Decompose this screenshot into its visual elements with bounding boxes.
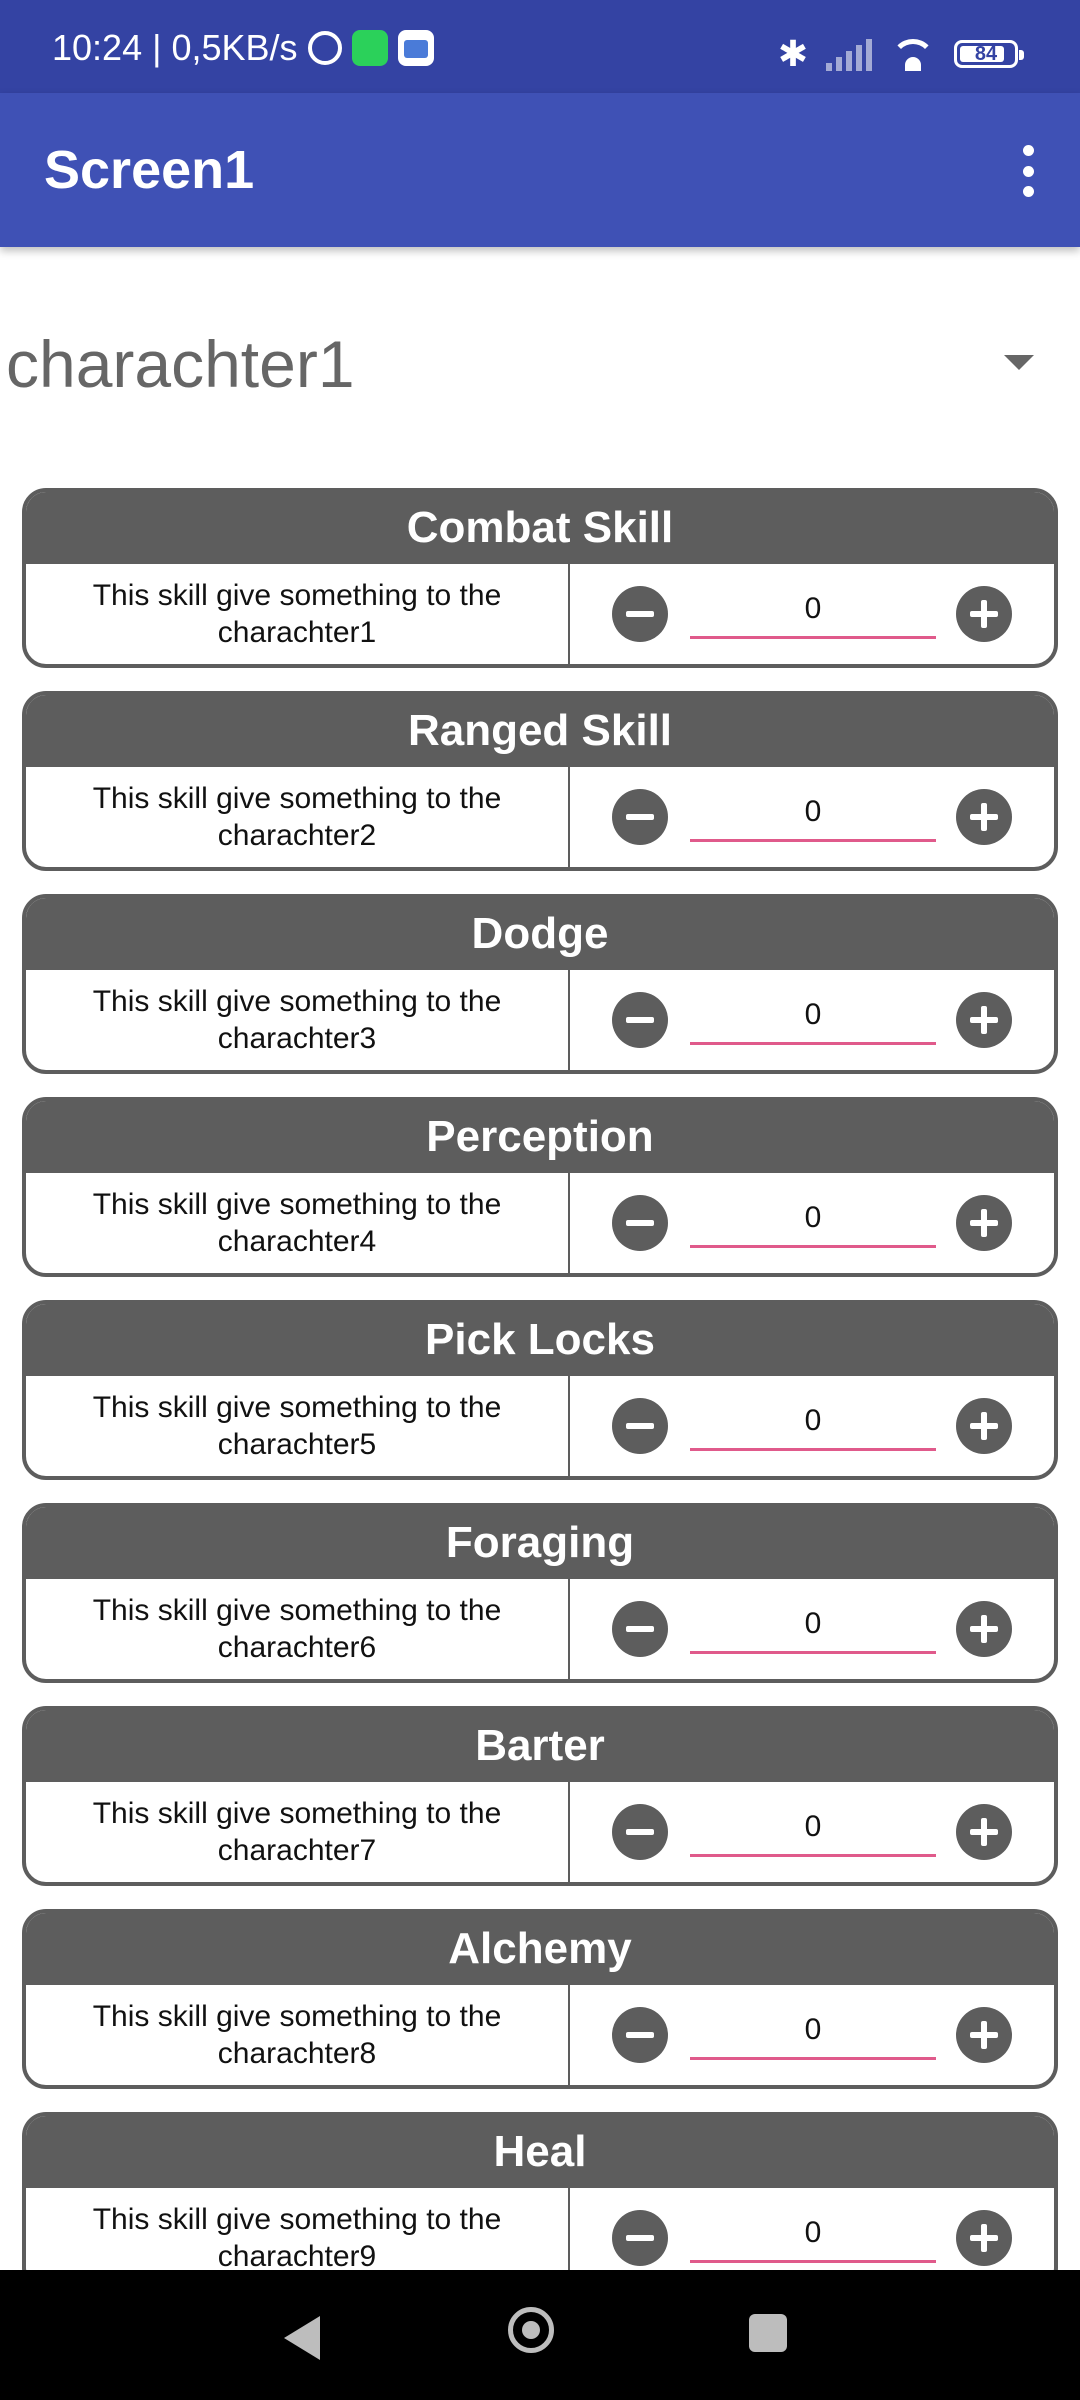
status-bar: 10:24 | 0,5KB/s ✱ 84 <box>0 0 1080 93</box>
skill-body: This skill give something to the charach… <box>26 1173 1054 1273</box>
decrement-button[interactable] <box>612 2210 668 2266</box>
increment-button[interactable] <box>956 1804 1012 1860</box>
character-spinner[interactable]: charachter1 <box>0 300 1080 430</box>
decrement-button[interactable] <box>612 1804 668 1860</box>
skill-title: Combat Skill <box>26 492 1054 564</box>
skill-description: This skill give something to the charach… <box>26 564 570 664</box>
status-right: ✱ 84 <box>777 33 1024 74</box>
skill-card: Pick Locks This skill give something to t… <box>22 1300 1058 1480</box>
skill-card: Perception This skill give something to t… <box>22 1097 1058 1277</box>
skill-stepper <box>570 767 1054 867</box>
skill-card: Barter This skill give something to the c… <box>22 1706 1058 1886</box>
skill-stepper <box>570 1782 1054 1882</box>
increment-button[interactable] <box>956 2007 1012 2063</box>
skill-body: This skill give something to the charach… <box>26 564 1054 664</box>
skill-title: Ranged Skill <box>26 695 1054 767</box>
increment-button[interactable] <box>956 1195 1012 1251</box>
calendar-icon <box>397 30 434 66</box>
app-bar: Screen1 <box>0 93 1080 247</box>
status-time-speed: 10:24 | 0,5KB/s <box>52 27 298 68</box>
skill-card: Alchemy This skill give something to the … <box>22 1909 1058 2089</box>
chevron-down-icon[interactable] <box>1004 355 1034 370</box>
skill-description: This skill give something to the charach… <box>26 1782 570 1882</box>
whatsapp-icon <box>351 30 388 66</box>
skill-title: Barter <box>26 1710 1054 1782</box>
decrement-button[interactable] <box>612 586 668 642</box>
skill-description: This skill give something to the charach… <box>26 1579 570 1679</box>
decrement-button[interactable] <box>612 1398 668 1454</box>
signal-icon <box>826 37 872 71</box>
skill-value-field[interactable] <box>690 1394 936 1451</box>
increment-button[interactable] <box>956 1601 1012 1657</box>
decrement-button[interactable] <box>612 789 668 845</box>
decrement-button[interactable] <box>612 1601 668 1657</box>
skill-value-field[interactable] <box>690 582 936 639</box>
skill-stepper <box>570 1985 1054 2085</box>
skill-stepper <box>570 1579 1054 1679</box>
skill-value-field[interactable] <box>690 988 936 1045</box>
skill-card: Combat Skill This skill give something to… <box>22 488 1058 668</box>
skill-stepper <box>570 970 1054 1070</box>
skill-body: This skill give something to the charach… <box>26 1985 1054 2085</box>
skill-value-field[interactable] <box>690 1191 936 1248</box>
wifi-icon <box>890 37 936 71</box>
increment-button[interactable] <box>956 586 1012 642</box>
skill-body: This skill give something to the charach… <box>26 970 1054 1070</box>
skill-body: This skill give something to the charach… <box>26 1579 1054 1679</box>
skill-card: Heal This skill give something to the cha… <box>22 2112 1058 2292</box>
spinner-selected-value: charachter1 <box>6 327 355 401</box>
overflow-menu-icon[interactable] <box>1020 145 1036 197</box>
skill-description: This skill give something to the charach… <box>26 1376 570 1476</box>
skill-title: Foraging <box>26 1507 1054 1579</box>
increment-button[interactable] <box>956 992 1012 1048</box>
decrement-button[interactable] <box>612 2007 668 2063</box>
skill-title: Perception <box>26 1101 1054 1173</box>
skill-card: Foraging This skill give something to the… <box>22 1503 1058 1683</box>
skill-body: This skill give something to the charach… <box>26 1376 1054 1476</box>
skill-value-field[interactable] <box>690 2206 936 2263</box>
skill-title: Alchemy <box>26 1913 1054 1985</box>
increment-button[interactable] <box>956 2210 1012 2266</box>
skill-title: Heal <box>26 2116 1054 2188</box>
skill-value-field[interactable] <box>690 1597 936 1654</box>
skill-card: Dodge This skill give something to the ch… <box>22 894 1058 1074</box>
skill-description: This skill give something to the charach… <box>26 1173 570 1273</box>
skill-body: This skill give something to the charach… <box>26 767 1054 867</box>
back-icon[interactable] <box>284 2316 320 2360</box>
skill-stepper <box>570 1376 1054 1476</box>
skill-title: Dodge <box>26 898 1054 970</box>
skill-card: Ranged Skill This skill give something to… <box>22 691 1058 871</box>
skill-description: This skill give something to the charach… <box>26 767 570 867</box>
skills-list: Combat Skill This skill give something to… <box>22 488 1058 2315</box>
skill-stepper <box>570 1173 1054 1273</box>
skill-description: This skill give something to the charach… <box>26 1985 570 2085</box>
home-icon[interactable] <box>508 2307 554 2353</box>
bluetooth-icon: ✱ <box>777 33 808 74</box>
navigation-bar <box>0 2270 1080 2400</box>
skill-value-field[interactable] <box>690 785 936 842</box>
increment-button[interactable] <box>956 1398 1012 1454</box>
decrement-button[interactable] <box>612 992 668 1048</box>
battery-level: 84 <box>974 42 998 65</box>
battery-icon: 84 <box>954 40 1024 68</box>
skill-description: This skill give something to the charach… <box>26 970 570 1070</box>
skill-stepper <box>570 564 1054 664</box>
decrement-button[interactable] <box>612 1195 668 1251</box>
page-title: Screen1 <box>44 140 255 200</box>
skill-value-field[interactable] <box>690 2003 936 2060</box>
increment-button[interactable] <box>956 789 1012 845</box>
skill-title: Pick Locks <box>26 1304 1054 1376</box>
skill-body: This skill give something to the charach… <box>26 1782 1054 1882</box>
recents-icon[interactable] <box>749 2314 787 2352</box>
alarm-icon <box>307 31 342 65</box>
status-left: 10:24 | 0,5KB/s <box>52 27 434 68</box>
skill-value-field[interactable] <box>690 1800 936 1857</box>
